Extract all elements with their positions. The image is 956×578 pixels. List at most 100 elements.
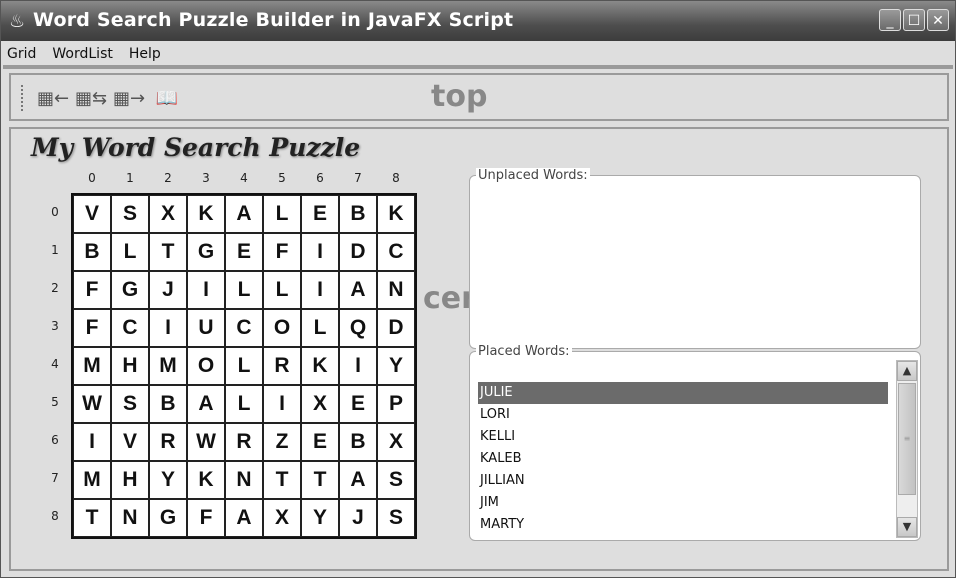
grid-cell[interactable]: F (263, 233, 301, 271)
grid-cell[interactable]: M (149, 347, 187, 385)
menu-wordlist[interactable]: WordList (48, 45, 116, 63)
grid-cell[interactable]: T (149, 233, 187, 271)
grid-cell[interactable]: E (225, 233, 263, 271)
grid-cell[interactable]: J (339, 499, 377, 537)
grid-cell[interactable]: Y (149, 461, 187, 499)
grid-cell[interactable]: C (377, 233, 415, 271)
minimize-button[interactable]: _ (879, 9, 901, 31)
placed-word-item[interactable]: JULIE (478, 382, 888, 404)
grid-cell[interactable]: X (377, 423, 415, 461)
placed-word-item[interactable]: KALEB (478, 448, 888, 470)
grid-cell[interactable]: Q (339, 309, 377, 347)
grid-cell[interactable]: A (339, 461, 377, 499)
grid-cell[interactable]: T (73, 499, 111, 537)
grid-cell[interactable]: G (149, 499, 187, 537)
grid-cell[interactable]: H (111, 461, 149, 499)
grid-cell[interactable]: L (263, 271, 301, 309)
grid-cell[interactable]: Y (301, 499, 339, 537)
grid-cell[interactable]: K (187, 461, 225, 499)
placed-words-scrollbar[interactable]: ▲ ≡ ▼ (896, 360, 918, 538)
toolbar-grip[interactable] (21, 85, 27, 111)
placed-word-item[interactable]: JILLIAN (478, 470, 888, 492)
placed-word-item[interactable]: MARTY (478, 514, 888, 536)
grid-cell[interactable]: S (111, 195, 149, 233)
grid-cell[interactable]: F (73, 271, 111, 309)
grid-cell[interactable]: K (301, 347, 339, 385)
grid-cell[interactable]: M (73, 347, 111, 385)
grid-cell[interactable]: I (301, 233, 339, 271)
grid-cell[interactable]: Y (377, 347, 415, 385)
grid-cell[interactable]: B (73, 233, 111, 271)
grid-cell[interactable]: S (377, 499, 415, 537)
grid-cell[interactable]: U (187, 309, 225, 347)
close-button[interactable]: ✕ (927, 9, 949, 31)
scroll-down-button[interactable]: ▼ (897, 517, 917, 537)
grid-cell[interactable]: V (73, 195, 111, 233)
grid-cell[interactable]: R (225, 423, 263, 461)
maximize-button[interactable]: ☐ (903, 9, 925, 31)
grid-cell[interactable]: I (73, 423, 111, 461)
book-add-icon[interactable]: 📖 (153, 85, 181, 113)
grid-cell[interactable]: C (225, 309, 263, 347)
grid-cell[interactable]: E (339, 385, 377, 423)
grid-cell[interactable]: N (225, 461, 263, 499)
grid-cell[interactable]: I (263, 385, 301, 423)
grid-cell[interactable]: L (301, 309, 339, 347)
grid-cell[interactable]: X (301, 385, 339, 423)
grid-swap-icon[interactable]: ▦⇆ (75, 85, 107, 113)
grid-cell[interactable]: W (187, 423, 225, 461)
grid-cell[interactable]: L (225, 347, 263, 385)
grid-cell[interactable]: L (111, 233, 149, 271)
placed-words-list[interactable]: JULIE LORI KELLI KALEB JILLIAN JIM MARTY (478, 382, 888, 540)
grid-cell[interactable]: I (339, 347, 377, 385)
grid-cell[interactable]: N (111, 499, 149, 537)
grid-cell[interactable]: X (263, 499, 301, 537)
grid-cell[interactable]: T (263, 461, 301, 499)
grid-cell[interactable]: O (187, 347, 225, 385)
grid-cell[interactable]: A (339, 271, 377, 309)
grid-cell[interactable]: V (111, 423, 149, 461)
grid-cell[interactable]: N (377, 271, 415, 309)
grid-cell[interactable]: F (187, 499, 225, 537)
grid-cell[interactable]: S (377, 461, 415, 499)
grid-cell[interactable]: B (149, 385, 187, 423)
grid-cell[interactable]: Z (263, 423, 301, 461)
grid-cell[interactable]: W (73, 385, 111, 423)
grid-cell[interactable]: H (111, 347, 149, 385)
scroll-thumb[interactable]: ≡ (898, 383, 916, 495)
grid-cell[interactable]: P (377, 385, 415, 423)
grid-cell[interactable]: E (301, 195, 339, 233)
grid-cell[interactable]: R (263, 347, 301, 385)
grid-cell[interactable]: L (225, 271, 263, 309)
grid-cell[interactable]: J (149, 271, 187, 309)
grid-cell[interactable]: D (339, 233, 377, 271)
grid-cell[interactable]: F (73, 309, 111, 347)
grid-cell[interactable]: B (339, 423, 377, 461)
grid-cell[interactable]: D (377, 309, 415, 347)
grid-cell[interactable]: S (111, 385, 149, 423)
grid-cell[interactable]: A (225, 499, 263, 537)
grid-right-icon[interactable]: ▦→ (113, 85, 145, 113)
grid-cell[interactable]: G (111, 271, 149, 309)
grid-cell[interactable]: T (301, 461, 339, 499)
grid-cell[interactable]: K (187, 195, 225, 233)
grid-cell[interactable]: A (225, 195, 263, 233)
placed-word-item[interactable]: LORI (478, 404, 888, 426)
grid-cell[interactable]: R (149, 423, 187, 461)
grid-cell[interactable]: A (187, 385, 225, 423)
grid-cell[interactable]: L (225, 385, 263, 423)
grid-cell[interactable]: G (187, 233, 225, 271)
grid-cell[interactable]: I (301, 271, 339, 309)
grid-cell[interactable]: E (301, 423, 339, 461)
title-bar[interactable]: ♨ Word Search Puzzle Builder in JavaFX S… (1, 1, 955, 41)
grid-cell[interactable]: M (73, 461, 111, 499)
grid-left-icon[interactable]: ▦← (37, 85, 69, 113)
grid-cell[interactable]: K (377, 195, 415, 233)
placed-word-item[interactable]: KELLI (478, 426, 888, 448)
grid-cell[interactable]: I (149, 309, 187, 347)
menu-help[interactable]: Help (125, 45, 165, 63)
grid-cell[interactable]: B (339, 195, 377, 233)
grid-cell[interactable]: X (149, 195, 187, 233)
grid-cell[interactable]: O (263, 309, 301, 347)
grid-cell[interactable]: L (263, 195, 301, 233)
